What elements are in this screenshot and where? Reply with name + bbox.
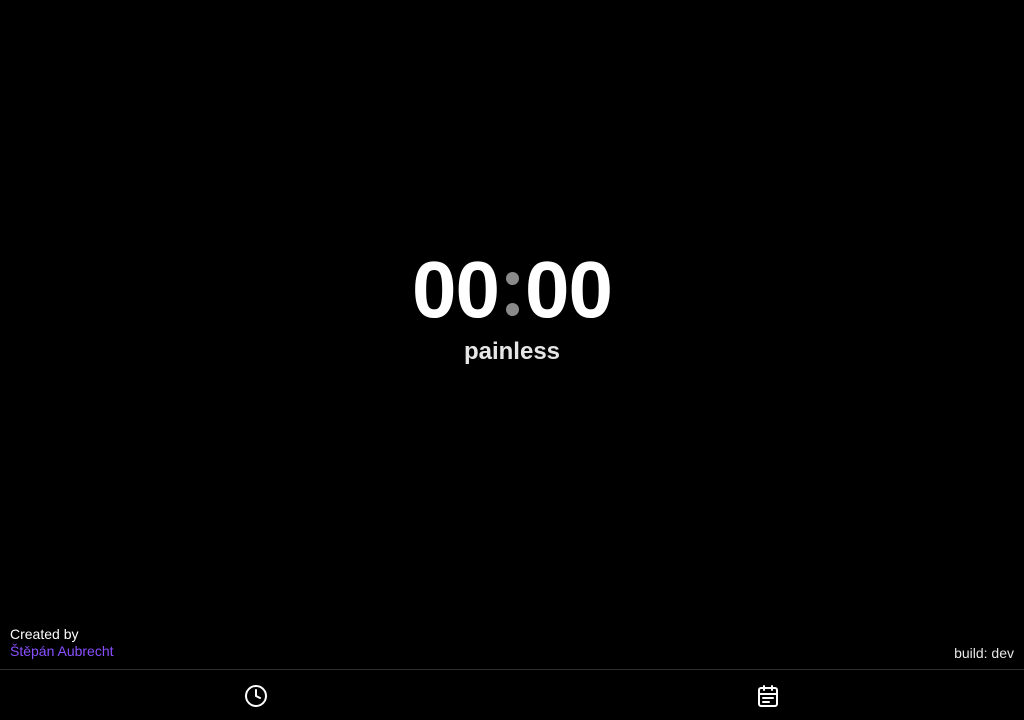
credits-prefix: Created by bbox=[10, 626, 79, 642]
nav-item-clock[interactable] bbox=[0, 670, 512, 720]
timer-colon bbox=[499, 272, 525, 316]
build-info: build: dev bbox=[954, 645, 1014, 661]
timer-minutes: 00 bbox=[412, 245, 500, 334]
timer-seconds: 00 bbox=[525, 245, 613, 334]
timer-display: 00 00 painless bbox=[0, 248, 1024, 366]
colon-dot-bottom bbox=[505, 303, 519, 316]
app-root: 00 00 painless Created by Štěpán Aubrech… bbox=[0, 0, 1024, 720]
timer-time: 00 00 bbox=[412, 245, 613, 334]
timer-label: painless bbox=[463, 338, 561, 365]
bottom-nav bbox=[0, 669, 1024, 720]
colon-dot-top bbox=[505, 272, 519, 285]
clock-icon bbox=[244, 684, 268, 708]
author-link[interactable]: Štěpán Aubrecht bbox=[10, 643, 114, 659]
nav-item-calendar[interactable] bbox=[512, 670, 1024, 720]
credits: Created by Štěpán Aubrecht bbox=[10, 626, 114, 660]
calendar-icon bbox=[756, 684, 780, 708]
